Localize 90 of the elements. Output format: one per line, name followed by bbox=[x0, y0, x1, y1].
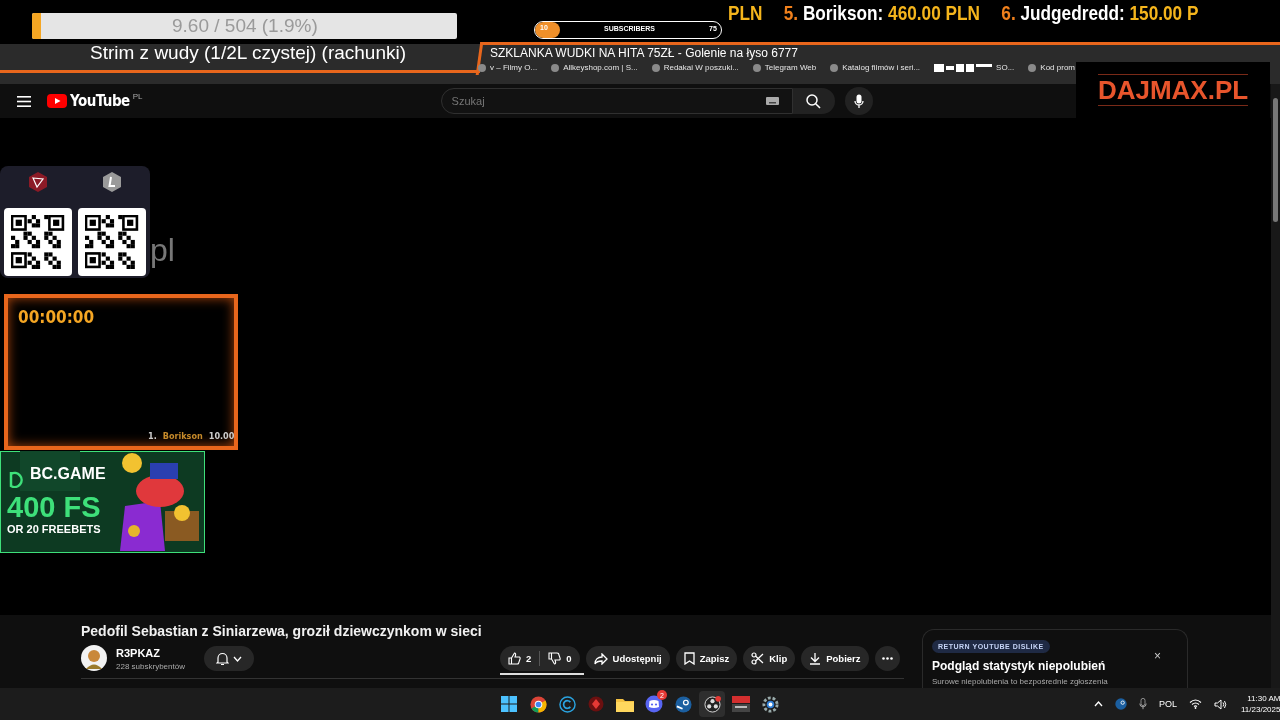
microphone-icon[interactable] bbox=[1139, 698, 1147, 710]
leader-rank: 1. bbox=[148, 431, 157, 441]
logo-text[interactable]: YouTube bbox=[70, 92, 130, 110]
bookmark-favicon-icon bbox=[752, 64, 761, 72]
bookmark-favicon-icon bbox=[651, 64, 660, 72]
circle-c-icon bbox=[558, 695, 576, 713]
share-icon bbox=[593, 652, 608, 665]
steam-icon bbox=[674, 695, 692, 713]
subscriber-count: 228 subskrybentów bbox=[116, 662, 185, 671]
dislike-button[interactable]: 0 bbox=[540, 646, 580, 671]
chrome-icon bbox=[529, 695, 547, 713]
donor-rank: 5. bbox=[783, 1, 799, 24]
download-icon bbox=[809, 652, 822, 665]
download-button[interactable]: Pobierz bbox=[801, 646, 869, 671]
channel-name[interactable]: R3PKAZ bbox=[116, 647, 160, 659]
partial-text: pl bbox=[150, 232, 175, 269]
clip-button[interactable]: Klip bbox=[743, 646, 796, 671]
goal-title: Strim z wudy (1/2L czystej) (rachunki) bbox=[90, 42, 407, 64]
bookmark-favicon-icon bbox=[551, 64, 560, 72]
donation-amount: PLN bbox=[728, 1, 763, 24]
banner-text: SZKLANKA WUDKI NA HITA 75ZŁ - Golenie na łyso 6777 bbox=[490, 46, 798, 60]
bookmark-favicon-icon bbox=[830, 64, 839, 72]
clock[interactable]: 11:30 AM 11/23/2025 bbox=[1241, 693, 1280, 715]
share-button[interactable]: Udostępnij bbox=[585, 646, 670, 671]
menu-icon[interactable] bbox=[17, 95, 31, 107]
bookmark-link[interactable]: Redakai W poszuki... bbox=[663, 63, 739, 73]
goal-progress-text: 9.60 / 504 (1.9%) bbox=[172, 15, 318, 37]
app-icon bbox=[588, 696, 604, 712]
bookmark-favicon-icon bbox=[478, 64, 486, 72]
search-icon bbox=[806, 93, 822, 109]
voice-search-button[interactable] bbox=[844, 87, 873, 115]
channel-avatar[interactable] bbox=[81, 645, 107, 671]
chevron-up-icon[interactable] bbox=[1094, 701, 1103, 707]
bookmark-link[interactable]: Allkeyshop.com | S... bbox=[563, 63, 638, 73]
qr-code-icon bbox=[78, 208, 146, 276]
bell-icon bbox=[216, 651, 229, 666]
language-indicator[interactable]: POL bbox=[1159, 699, 1177, 709]
bookmark-icon bbox=[683, 652, 695, 665]
ad-subline: OR 20 FREEBETS bbox=[7, 523, 101, 535]
l-coin-icon bbox=[102, 172, 122, 192]
region-label: PL bbox=[132, 92, 143, 101]
bookmark-link[interactable]: Kod prom bbox=[1040, 63, 1075, 73]
thumbs-down-icon bbox=[548, 652, 562, 665]
play-logo-icon bbox=[47, 94, 67, 108]
taskbar-app[interactable] bbox=[699, 691, 725, 717]
leader-name: Borikson bbox=[162, 431, 203, 441]
donation-amount: 150.00 P bbox=[1129, 1, 1199, 24]
bookmark-link[interactable]: Telegram Web bbox=[764, 63, 817, 73]
bookmark-link[interactable]: SO... bbox=[996, 63, 1015, 73]
bookmark-link[interactable]: v – Filmy O... bbox=[490, 63, 538, 73]
bookmark-favicon-icon bbox=[1028, 64, 1037, 72]
speaker-icon[interactable] bbox=[1214, 698, 1227, 710]
video-title: Pedofil Sebastian z Siniarzewa, groził dziewczynkom w sieci bbox=[81, 623, 482, 639]
search-field[interactable]: Szukaj bbox=[440, 88, 793, 114]
settings-icon bbox=[761, 695, 779, 713]
folder-icon bbox=[616, 696, 634, 712]
save-button[interactable]: Zapisz bbox=[675, 646, 738, 671]
bookmark-link[interactable]: Katalog filmów i seri... bbox=[842, 63, 921, 73]
close-button[interactable]: × bbox=[1154, 649, 1161, 663]
redacted-drawing bbox=[934, 64, 993, 72]
keyboard-icon[interactable] bbox=[765, 97, 779, 105]
qr-code-icon bbox=[4, 208, 72, 276]
triangle-coin-icon bbox=[28, 172, 48, 192]
search-button[interactable] bbox=[792, 88, 835, 114]
donor-name: Judgedredd: bbox=[1020, 1, 1125, 24]
donor-name: Borikson: bbox=[802, 1, 884, 24]
obs-icon bbox=[703, 695, 721, 713]
card-title: Podgląd statystyk niepolubień bbox=[932, 659, 1106, 673]
donor-rank: 6. bbox=[1001, 1, 1016, 24]
steam-icon[interactable] bbox=[1115, 698, 1127, 710]
card-text: Surowe niepolubienia to bezpośrednie zgłoszenia bbox=[932, 677, 1108, 686]
like-button[interactable]: 2 bbox=[500, 646, 540, 671]
ad-brand: BC.GAME bbox=[30, 465, 106, 483]
more-button[interactable] bbox=[874, 646, 900, 671]
thumbs-up-icon bbox=[508, 652, 521, 665]
scrollbar-thumb[interactable] bbox=[1273, 98, 1278, 222]
donation-amount: 460.00 PLN bbox=[888, 1, 980, 24]
more-icon bbox=[881, 657, 893, 660]
microphone-icon bbox=[853, 93, 864, 109]
discord-icon bbox=[645, 695, 663, 713]
wifi-icon[interactable] bbox=[1189, 699, 1202, 709]
ad-headline: 400 FS bbox=[7, 491, 101, 523]
leader-amount: 10.00 bbox=[208, 431, 235, 441]
scissors-icon bbox=[751, 652, 765, 665]
sponsor-text: DAJMAX.PL bbox=[1097, 74, 1249, 106]
timer-text: 00:00:00 bbox=[18, 307, 95, 327]
notification-button[interactable] bbox=[204, 646, 254, 671]
windows-icon bbox=[501, 696, 517, 712]
chevron-down-icon bbox=[233, 655, 242, 662]
mixer-icon bbox=[732, 696, 750, 712]
